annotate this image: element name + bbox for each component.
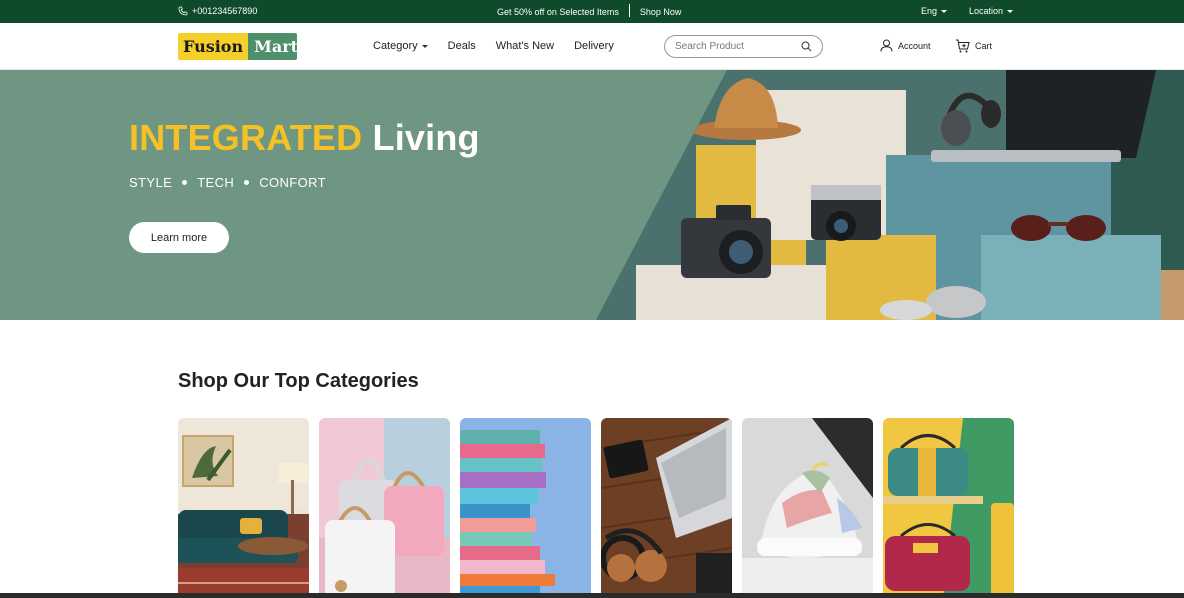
logo-text-mart: Mart xyxy=(254,37,297,56)
hero-tags: STYLE TECH CONFORT xyxy=(129,175,326,190)
promo-banner: Get 50% off on Selected Items Shop Now xyxy=(497,4,682,17)
promo-divider xyxy=(628,4,630,17)
nav-deals[interactable]: Deals xyxy=(448,40,476,52)
cart-button[interactable]: Cart xyxy=(955,39,992,53)
user-icon xyxy=(880,39,893,52)
nav-whats-new[interactable]: What's New xyxy=(496,40,554,52)
travel-bags-image xyxy=(883,418,1014,598)
hero-product-photo xyxy=(596,70,1184,320)
search-icon[interactable] xyxy=(801,41,812,52)
cart-icon xyxy=(956,39,970,53)
nav-category[interactable]: Category xyxy=(373,40,428,52)
hero-tag-style: STYLE xyxy=(129,175,173,190)
logo-mart: Mart xyxy=(248,33,297,60)
hero-illustration xyxy=(596,70,1184,320)
category-card-travel-bags[interactable] xyxy=(883,418,1014,598)
logo[interactable]: Fusion Mart xyxy=(178,33,297,60)
topbar-right: Eng Location xyxy=(921,6,1014,16)
learn-more-button[interactable]: Learn more xyxy=(129,222,229,253)
category-card-books[interactable] xyxy=(460,418,591,598)
sneakers-image xyxy=(742,418,873,598)
handbags-image xyxy=(319,418,450,598)
language-dropdown[interactable]: Eng xyxy=(921,6,948,16)
category-card-handbags[interactable] xyxy=(319,418,450,598)
home-decor-image xyxy=(178,418,309,598)
top-bar: +001234567890 Get 50% off on Selected It… xyxy=(0,0,1184,23)
phone-number: +001234567890 xyxy=(192,6,258,16)
categories-heading: Shop Our Top Categories xyxy=(178,370,419,392)
location-dropdown[interactable]: Location xyxy=(969,6,1014,16)
dot-separator xyxy=(244,180,250,185)
account-button[interactable]: Account xyxy=(880,39,931,52)
main-navigation: Fusion Mart Category Deals What's New De… xyxy=(0,23,1184,70)
category-cards xyxy=(178,418,1014,598)
nav-delivery[interactable]: Delivery xyxy=(574,40,614,52)
electronics-image xyxy=(601,418,732,598)
category-card-home-decor[interactable] xyxy=(178,418,309,598)
hero-title: INTEGRATED Living xyxy=(129,117,480,158)
logo-text-fusion: Fusion xyxy=(178,33,249,60)
books-image xyxy=(460,418,591,598)
phone-contact[interactable]: +001234567890 xyxy=(178,6,257,16)
promo-text: Get 50% off on Selected Items xyxy=(497,6,619,17)
cart-label: Cart xyxy=(975,41,993,51)
search-placeholder: Search Product xyxy=(675,41,744,52)
account-label: Account xyxy=(898,40,931,51)
hero-banner: INTEGRATED Living STYLE TECH CONFORT Lea… xyxy=(0,70,1184,320)
hero-tag-tech: TECH xyxy=(197,175,235,190)
category-card-sneakers[interactable] xyxy=(742,418,873,598)
nav-links: Category Deals What's New Delivery xyxy=(373,40,614,52)
bottom-scrollbar[interactable] xyxy=(0,593,1184,598)
category-card-electronics[interactable] xyxy=(601,418,732,598)
chevron-down-icon xyxy=(941,10,948,14)
shop-now-link[interactable]: Shop Now xyxy=(640,7,682,17)
phone-icon xyxy=(178,6,188,16)
dot-separator xyxy=(182,180,188,185)
search-input[interactable]: Search Product xyxy=(664,35,823,58)
chevron-down-icon xyxy=(1007,10,1014,14)
chevron-down-icon xyxy=(421,44,428,48)
hero-tag-confort: CONFORT xyxy=(259,175,327,190)
